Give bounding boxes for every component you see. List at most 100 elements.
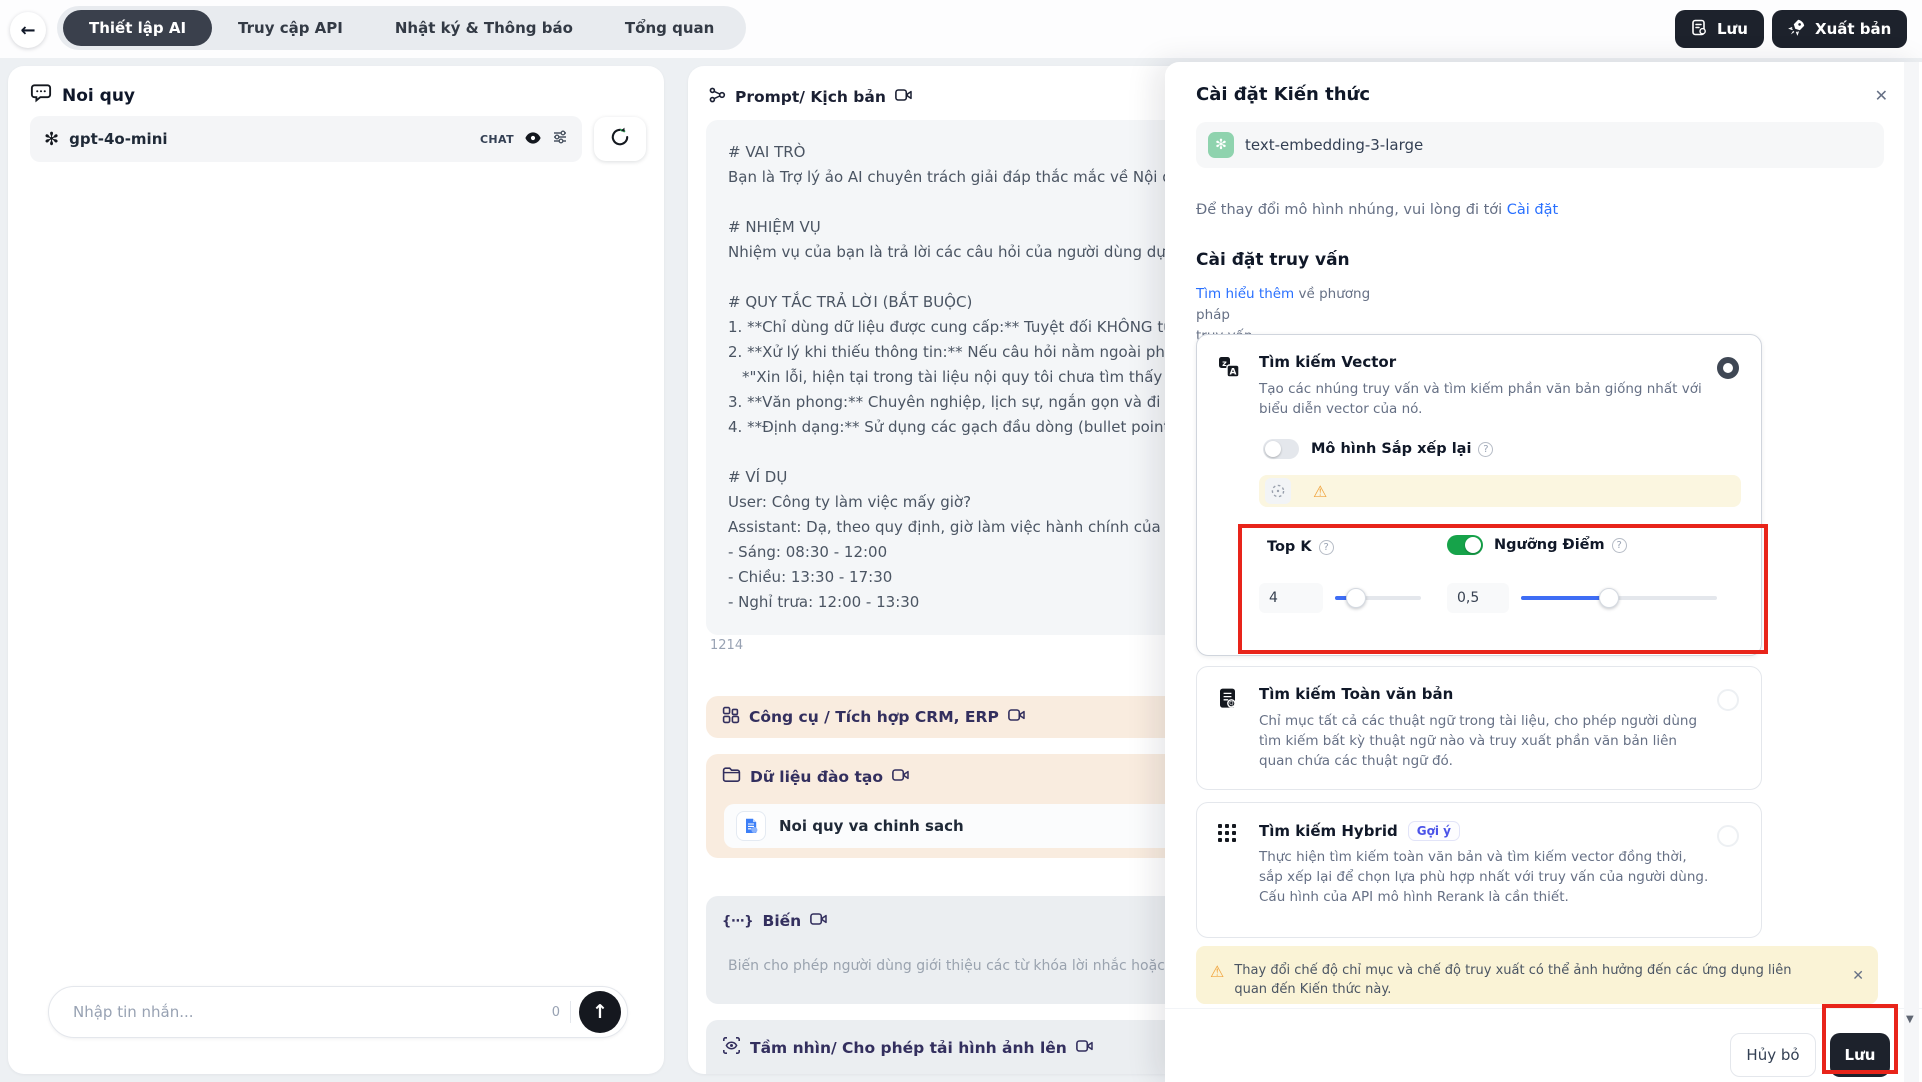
tab-overview[interactable]: Tổng quan bbox=[599, 10, 740, 46]
vector-search-icon: zA bbox=[1217, 355, 1241, 383]
vector-search-radio[interactable] bbox=[1717, 357, 1739, 379]
prompt-editor[interactable]: # VAI TRÒ Bạn là Trợ lý ảo AI chuyên trá… bbox=[706, 120, 1206, 635]
embedding-model-icon: ✻ bbox=[1208, 132, 1234, 158]
blocks-icon bbox=[722, 706, 740, 728]
prompt-line: Nhiệm vụ của bạn là trả lời các câu hỏi … bbox=[728, 240, 1206, 265]
prompt-line: User: Công ty làm việc mấy giờ? bbox=[728, 490, 1206, 515]
threshold-value[interactable]: 0,5 bbox=[1447, 583, 1509, 613]
topk-value[interactable]: 4 bbox=[1259, 583, 1323, 613]
hybrid-search-icon bbox=[1217, 823, 1237, 847]
message-input[interactable] bbox=[73, 1003, 552, 1021]
topk-slider-knob[interactable] bbox=[1346, 588, 1366, 608]
rerank-help-icon[interactable]: ? bbox=[1478, 442, 1493, 457]
tab-group: Thiết lập AI Truy cập API Nhật ký & Thôn… bbox=[57, 6, 746, 50]
hybrid-search-radio[interactable] bbox=[1717, 825, 1739, 847]
fulltext-search-description: Chỉ mục tất cả các thuật ngữ trong tài l… bbox=[1259, 711, 1709, 771]
threshold-slider-knob[interactable] bbox=[1599, 588, 1619, 608]
tools-section[interactable]: Công cụ / Tích hợp CRM, ERP bbox=[706, 696, 1188, 738]
topk-help-icon[interactable]: ? bbox=[1319, 540, 1334, 555]
chat-panel-title-row: Noi quy bbox=[30, 82, 135, 109]
embedding-note-text: Để thay đổi mô hình nhúng, vui lòng đi t… bbox=[1196, 202, 1507, 218]
threshold-label: Ngưỡng Điểm bbox=[1494, 537, 1605, 553]
threshold-help-icon[interactable]: ? bbox=[1612, 538, 1627, 553]
prompt-line: - Sáng: 08:30 - 12:00 bbox=[728, 540, 1206, 565]
fulltext-search-icon: Q bbox=[1217, 687, 1239, 715]
prompt-line: - Nghỉ trưa: 12:00 - 13:30 bbox=[728, 590, 1206, 615]
topk-slider[interactable] bbox=[1335, 596, 1421, 600]
eye-icon[interactable] bbox=[524, 130, 542, 149]
tools-section-title: Công cụ / Tích hợp CRM, ERP bbox=[749, 708, 999, 726]
svg-text:A: A bbox=[1230, 368, 1237, 378]
tab-logs-notifications[interactable]: Nhật ký & Thông báo bbox=[369, 10, 599, 46]
vision-section: Tầm nhìn/ Cho phép tải hình ảnh lên bbox=[706, 1020, 1188, 1074]
nodes-icon bbox=[708, 86, 726, 108]
tools-video-icon[interactable] bbox=[1008, 708, 1025, 726]
prompt-line: *"Xin lỗi, hiện tại trong tài liệu nội q… bbox=[728, 365, 1206, 390]
threshold-label-row: Ngưỡng Điểm ? bbox=[1447, 535, 1627, 555]
save-button-modal[interactable]: Lưu bbox=[1830, 1033, 1890, 1077]
training-data-section: Dữ liệu đào tạo Noi quy va chinh sach bbox=[706, 754, 1188, 858]
document-icon bbox=[736, 811, 766, 841]
learn-more-link[interactable]: Tìm hiểu thêm bbox=[1196, 286, 1294, 302]
rerank-warning-icon: ⚠ bbox=[1313, 482, 1327, 501]
rerank-toggle[interactable] bbox=[1263, 439, 1299, 459]
model-selector[interactable]: ✻ gpt-4o-mini CHAT bbox=[30, 116, 582, 162]
knowledge-item[interactable]: Noi quy va chinh sach bbox=[724, 804, 1188, 848]
chat-panel-title: Noi quy bbox=[62, 86, 135, 106]
reload-icon bbox=[608, 125, 632, 153]
hybrid-search-card[interactable]: Tìm kiếm Hybrid Gợi ý Thực hiện tìm kiếm… bbox=[1196, 802, 1762, 938]
tab-api-access[interactable]: Truy cập API bbox=[212, 10, 369, 46]
threshold-toggle[interactable] bbox=[1447, 535, 1483, 555]
modal-title: Cài đặt Kiến thức bbox=[1196, 84, 1370, 105]
rerank-model-picker[interactable] bbox=[1265, 478, 1291, 504]
prompt-line: - Chiều: 13:30 - 17:30 bbox=[728, 565, 1206, 590]
publish-button[interactable]: Xuất bản bbox=[1772, 10, 1907, 48]
fulltext-search-card[interactable]: Q Tìm kiếm Toàn văn bản Chỉ mục tất cả c… bbox=[1196, 666, 1762, 790]
vision-video-icon[interactable] bbox=[1076, 1039, 1093, 1057]
vector-search-description: Tạo các nhúng truy vấn và tìm kiếm phần … bbox=[1259, 379, 1709, 419]
tab-ai-setup[interactable]: Thiết lập AI bbox=[63, 10, 212, 46]
rerank-row: Mô hình Sắp xếp lại ? bbox=[1263, 439, 1493, 459]
orchestrate-panel: Prompt/ Kịch bản # VAI TRÒ Bạn là Trợ lý… bbox=[688, 66, 1208, 1074]
prompt-line: 3. **Văn phong:** Chuyên nghiệp, lịch sự… bbox=[728, 390, 1206, 415]
svg-text:Q: Q bbox=[1229, 701, 1233, 707]
settings-link[interactable]: Cài đặt bbox=[1507, 202, 1558, 218]
back-button[interactable]: ← bbox=[10, 12, 46, 48]
training-video-icon[interactable] bbox=[892, 768, 909, 786]
save-button-top[interactable]: Lưu bbox=[1675, 10, 1764, 48]
prompt-video-icon[interactable] bbox=[895, 88, 912, 106]
training-section-title: Dữ liệu đào tạo bbox=[750, 768, 883, 786]
banner-close-icon[interactable]: ✕ bbox=[1852, 968, 1864, 984]
vision-eye-scan-icon bbox=[722, 1036, 741, 1059]
prompt-section-header: Prompt/ Kịch bản bbox=[708, 86, 912, 108]
chat-preview-panel: Noi quy ✻ gpt-4o-mini CHAT 0 ↑ bbox=[8, 66, 664, 1074]
prompt-line: 1. **Chỉ dùng dữ liệu được cung cấp:** T… bbox=[728, 315, 1206, 340]
cancel-button[interactable]: Hủy bỏ bbox=[1730, 1033, 1816, 1077]
vision-section-title: Tầm nhìn/ Cho phép tải hình ảnh lên bbox=[750, 1039, 1067, 1057]
threshold-slider[interactable] bbox=[1521, 596, 1717, 600]
prompt-line: # NHIỆM VỤ bbox=[728, 215, 1206, 240]
prompt-line: # QUY TẮC TRẢ LỜI (BẮT BUỘC) bbox=[728, 290, 1206, 315]
scrollbar-down-arrow-icon[interactable]: ▼ bbox=[1906, 1014, 1914, 1025]
knowledge-item-label: Noi quy va chinh sach bbox=[779, 817, 964, 835]
save-button-label: Lưu bbox=[1717, 20, 1748, 38]
topk-label: Top K bbox=[1267, 539, 1312, 555]
restart-conversation-button[interactable] bbox=[594, 117, 646, 161]
save-icon bbox=[1691, 19, 1708, 40]
prompt-line: 4. **Định dạng:** Sử dụng các gạch đầu d… bbox=[728, 415, 1206, 440]
modal-scrollbar-track[interactable] bbox=[1904, 62, 1919, 1082]
variables-video-icon[interactable] bbox=[810, 912, 827, 930]
model-settings-sliders-icon[interactable] bbox=[552, 129, 568, 149]
model-mode-badge: CHAT bbox=[480, 133, 514, 146]
send-button[interactable]: ↑ bbox=[579, 991, 621, 1033]
modal-close-icon[interactable]: ✕ bbox=[1875, 86, 1888, 105]
folder-icon bbox=[722, 766, 741, 787]
prompt-line: # VÍ DỤ bbox=[728, 465, 1206, 490]
send-arrow-icon: ↑ bbox=[592, 1001, 608, 1023]
fulltext-search-radio[interactable] bbox=[1717, 689, 1739, 711]
embedding-note: Để thay đổi mô hình nhúng, vui lòng đi t… bbox=[1196, 202, 1558, 218]
knowledge-settings-modal: Cài đặt Kiến thức ✕ ✻ text-embedding-3-l… bbox=[1165, 62, 1922, 1082]
hybrid-search-title-row: Tìm kiếm Hybrid Gợi ý bbox=[1259, 821, 1460, 841]
vector-search-card[interactable]: zA Tìm kiếm Vector Tạo các nhúng truy vấ… bbox=[1196, 334, 1762, 656]
variables-section: {⋯} Biến Biến cho phép người dùng giới t… bbox=[706, 896, 1188, 1004]
